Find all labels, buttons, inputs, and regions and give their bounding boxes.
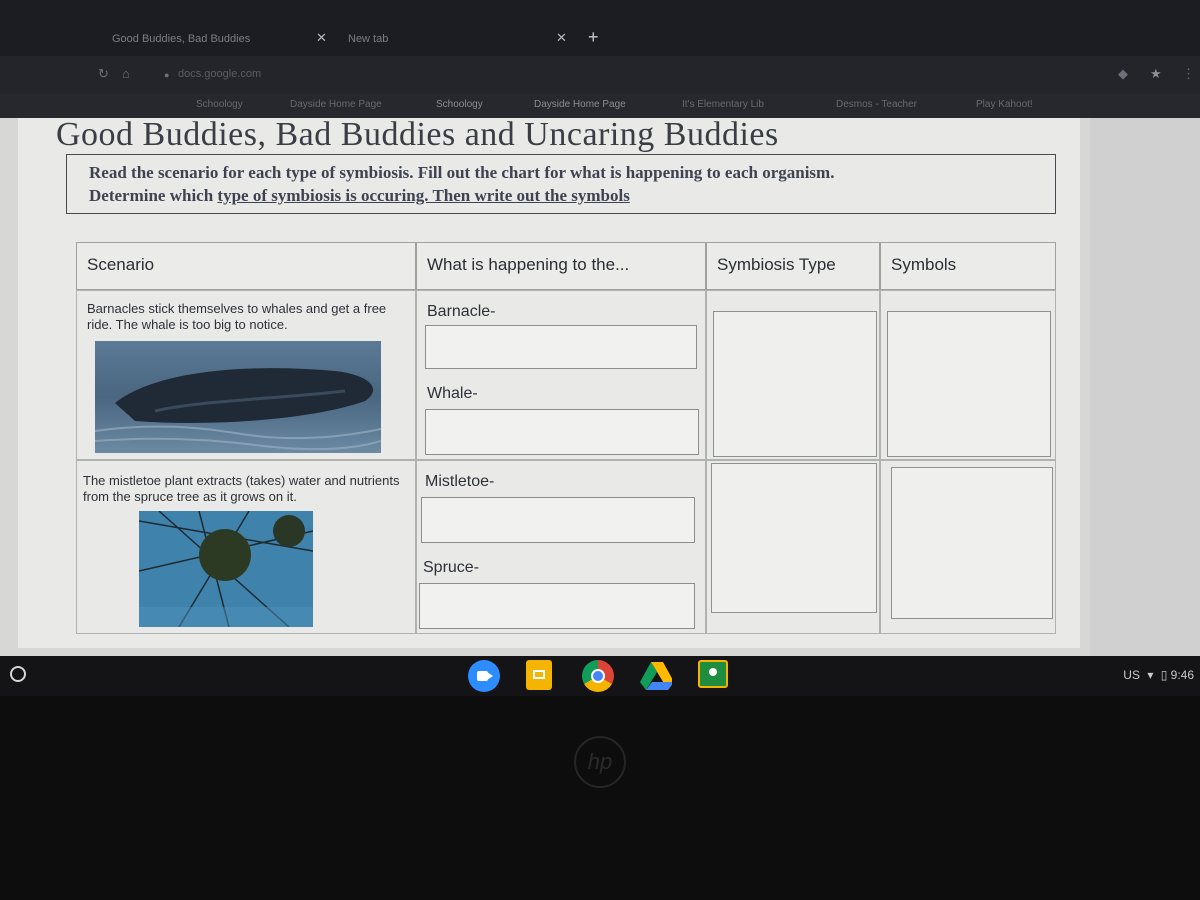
scenario-text: Barnacles stick themselves to whales and… xyxy=(87,301,387,332)
bookmark-kahoot[interactable]: Play Kahoot! xyxy=(976,99,1033,110)
organism-label: Spruce- xyxy=(423,559,480,576)
bookmark-schoology[interactable]: Schoology xyxy=(196,99,243,110)
bookmark-star-icon[interactable]: ★ xyxy=(1150,66,1162,82)
table-row-scenario: Barnacles stick themselves to whales and… xyxy=(76,290,416,460)
symbols-field[interactable] xyxy=(891,467,1053,619)
mistletoe-clump xyxy=(199,529,251,581)
clock: 9:46 xyxy=(1170,668,1194,682)
tab-active[interactable]: Good Buddies, Bad Buddies xyxy=(112,26,302,52)
symbols-field[interactable] xyxy=(887,311,1051,457)
bookmark-desmos[interactable]: Desmos - Teacher xyxy=(836,99,917,110)
bookmark-dayside-2[interactable]: Dayside Home Page xyxy=(534,99,626,110)
header-symbiosis-type: Symbiosis Type xyxy=(706,242,880,290)
home-icon[interactable]: ⌂ xyxy=(122,66,130,81)
instructions-box: Read the scenario for each type of symbi… xyxy=(66,154,1056,214)
organism-label: Whale- xyxy=(427,385,478,402)
symbiosis-table: Scenario What is happening to the... Sym… xyxy=(76,242,1056,634)
document-side-margin xyxy=(1090,118,1200,656)
table-row-symbols-cell xyxy=(880,290,1056,460)
slides-icon[interactable] xyxy=(526,660,552,690)
bookmarks-bar: Schoology Dayside Home Page Schoology Da… xyxy=(0,94,1200,118)
menu-icon[interactable]: ⋮ xyxy=(1182,66,1195,82)
classroom-icon[interactable] xyxy=(698,660,728,688)
reload-icon[interactable]: ↻ xyxy=(98,66,109,82)
symbiosis-type-field[interactable] xyxy=(713,311,877,457)
zoom-icon[interactable] xyxy=(468,660,500,692)
bookmark-elementary[interactable]: It's Elementary Lib xyxy=(682,99,764,110)
mistletoe-photo xyxy=(139,511,313,627)
table-row-type-cell xyxy=(706,290,880,460)
instructions-line-2: Determine which type of symbiosis is occ… xyxy=(89,186,630,205)
table-row-type-cell xyxy=(706,460,880,634)
document-canvas: Good Buddies, Bad Buddies and Uncaring B… xyxy=(0,116,1090,656)
whale-answer-field[interactable] xyxy=(425,409,699,455)
address-bar-row: ↻ ⌂ ● docs.google.com ◆ ★ ⋮ xyxy=(0,56,1200,94)
organism-label: Mistletoe- xyxy=(425,473,495,490)
organism-label: Barnacle- xyxy=(427,303,496,320)
os-shelf: US ▾ ▯ 9:46 xyxy=(0,656,1200,696)
mistletoe-clump xyxy=(273,515,305,547)
table-row-symbols-cell xyxy=(880,460,1056,634)
barnacle-answer-field[interactable] xyxy=(425,325,697,369)
drive-icon[interactable] xyxy=(640,660,672,692)
lock-icon: ● xyxy=(164,70,170,80)
launcher-icon[interactable] xyxy=(10,666,26,682)
whale-photo xyxy=(95,341,381,453)
header-symbols: Symbols xyxy=(880,242,1056,290)
wifi-icon: ▾ xyxy=(1147,668,1154,682)
bookmark-schoology-2[interactable]: Schoology xyxy=(436,99,483,110)
sky-band xyxy=(139,607,313,627)
bookmark-dayside[interactable]: Dayside Home Page xyxy=(290,99,382,110)
url-field[interactable]: docs.google.com xyxy=(178,68,261,80)
extension-icon[interactable]: ◆ xyxy=(1118,66,1128,82)
mistletoe-answer-field[interactable] xyxy=(421,497,695,543)
table-row-scenario: The mistletoe plant extracts (takes) wat… xyxy=(76,460,416,634)
battery-icon: ▯ xyxy=(1160,668,1168,682)
status-area[interactable]: US ▾ ▯ 9:46 xyxy=(1123,668,1194,682)
header-what-is-happening: What is happening to the... xyxy=(416,242,706,290)
close-tab-icon[interactable]: ✕ xyxy=(556,30,567,46)
tab-bar: Good Buddies, Bad Buddies ✕ New tab ✕ + xyxy=(0,0,1200,56)
hp-logo: hp xyxy=(574,736,626,788)
header-scenario: Scenario xyxy=(76,242,416,290)
tab-new[interactable]: New tab xyxy=(348,26,538,52)
close-tab-icon[interactable]: ✕ xyxy=(316,30,327,46)
document-page: Good Buddies, Bad Buddies and Uncaring B… xyxy=(18,116,1080,648)
page-title: Good Buddies, Bad Buddies and Uncaring B… xyxy=(56,116,779,153)
chrome-icon[interactable] xyxy=(582,660,614,692)
new-tab-button[interactable]: + xyxy=(588,27,599,48)
laptop-bezel: hp xyxy=(0,696,1200,900)
locale-indicator: US xyxy=(1123,668,1140,682)
table-row-organisms: Mistletoe- Spruce- xyxy=(416,460,706,634)
symbiosis-type-field[interactable] xyxy=(711,463,877,613)
table-row-organisms: Barnacle- Whale- xyxy=(416,290,706,460)
instructions-line-1: Read the scenario for each type of symbi… xyxy=(89,163,835,182)
scenario-text: The mistletoe plant extracts (takes) wat… xyxy=(83,473,400,504)
spruce-answer-field[interactable] xyxy=(419,583,695,629)
